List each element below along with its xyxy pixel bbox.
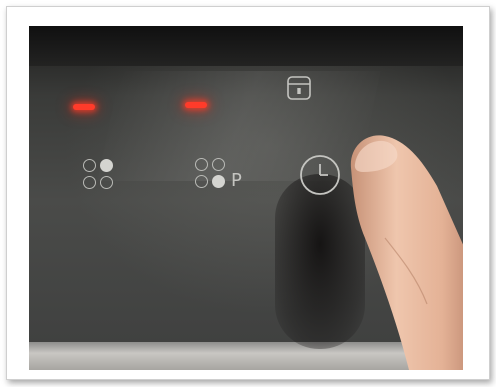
cooking-zone-selector-icon	[83, 159, 115, 191]
left-zone-indicator-led	[73, 104, 95, 110]
right-zone-button[interactable]: P	[195, 158, 257, 192]
child-lock-icon	[287, 76, 311, 100]
timer-button[interactable]	[297, 152, 343, 198]
timer-clock-icon	[300, 155, 340, 195]
lock-button[interactable]	[285, 72, 313, 102]
finger	[350, 135, 463, 370]
right-zone-indicator-led	[185, 102, 207, 108]
hob-photo: P	[29, 26, 463, 370]
glass-top-edge	[29, 26, 463, 66]
left-zone-button[interactable]	[83, 159, 115, 191]
cooking-zone-selector-icon	[195, 158, 227, 190]
power-boost-label: P	[231, 170, 242, 191]
